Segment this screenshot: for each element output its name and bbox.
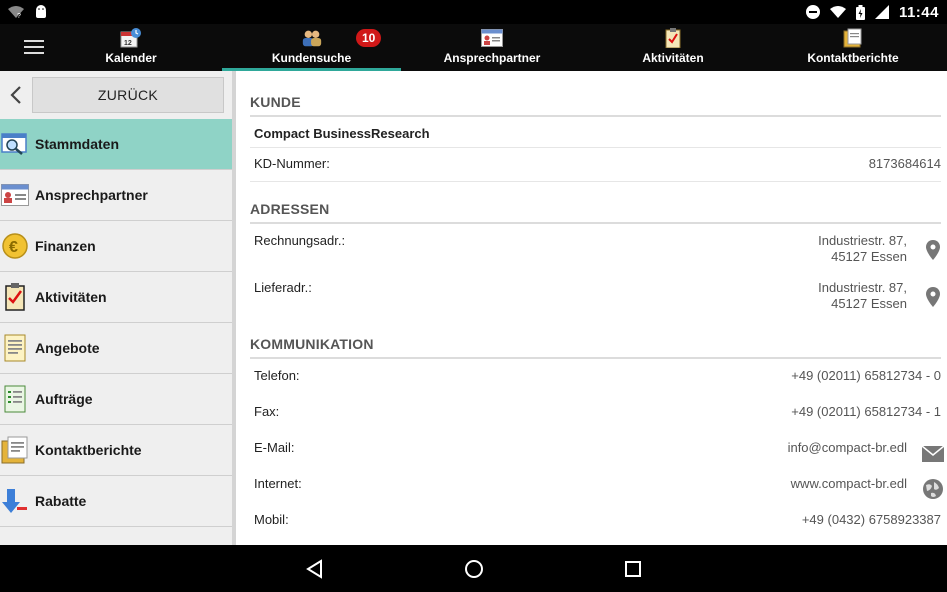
do-not-disturb-icon (805, 5, 820, 19)
sidebar-item-label: Angebote (35, 340, 100, 356)
delivery-line2: 45127 Essen (831, 296, 907, 311)
web-label: Internet: (254, 476, 302, 491)
euro-coin-icon: € (0, 231, 30, 261)
notification-badge: 10 (356, 29, 382, 47)
clipboard-check-icon (662, 28, 684, 48)
back-row: ZURÜCK (0, 71, 232, 119)
clipboard-check-icon (0, 282, 30, 312)
report-folder-icon (0, 435, 30, 465)
wifi-question-icon: ? (8, 6, 24, 19)
map-pin-icon[interactable] (921, 239, 945, 261)
svg-text:€: € (9, 239, 18, 256)
sidebar-item-partial[interactable] (0, 527, 232, 545)
tab-label: Kontaktberichte (807, 51, 899, 65)
sidebar-item-label: Aufträge (35, 391, 93, 407)
section-heading-kunde: KUNDE (250, 94, 941, 117)
sidebar-item-aktivitaeten[interactable]: Aktivitäten (0, 272, 232, 323)
billing-label: Rechnungsadr.: (254, 233, 346, 248)
delivery-value: Industriestr. 87, 45127 Essen (818, 280, 907, 312)
sidebar-item-label: Finanzen (35, 238, 96, 254)
delivery-label: Lieferadr.: (254, 280, 312, 295)
down-arrow-discount-icon (0, 486, 30, 516)
home-circle-icon[interactable] (462, 557, 486, 581)
delivery-line1: Industriestr. 87, (818, 280, 907, 295)
kd-label: KD-Nummer: (254, 156, 330, 171)
kd-value: 8173684614 (868, 156, 941, 171)
tab-kalender[interactable]: 12 Kalender (92, 24, 170, 71)
clock: 11:44 (898, 3, 939, 21)
tab-label: Aktivitäten (642, 51, 704, 65)
tab-label: Ansprechpartner (443, 51, 541, 65)
email-value: info@compact-br.edl (787, 440, 907, 455)
fax-value: +49 (02011) 65812734 - 1 (791, 404, 941, 419)
tab-ansprechpartner[interactable]: Ansprechpartner (440, 24, 544, 71)
email-label: E-Mail: (254, 440, 295, 455)
recents-square-icon[interactable] (621, 557, 645, 581)
android-icon (36, 5, 46, 18)
fax-label: Fax: (254, 404, 280, 419)
svg-text:?: ? (17, 13, 21, 19)
sidebar-item-label: Kontaktberichte (35, 442, 142, 458)
document-list-icon (0, 333, 30, 363)
mobile-value: +49 (0432) 6758923387 (801, 512, 941, 527)
mail-icon[interactable] (921, 443, 945, 465)
sidebar-item-angebote[interactable]: Angebote (0, 323, 232, 374)
divider (250, 147, 941, 148)
billing-value: Industriestr. 87, 45127 Essen (818, 233, 907, 265)
back-button[interactable]: ZURÜCK (32, 77, 224, 113)
sidebar-item-label: Rabatte (35, 493, 87, 509)
divider (250, 181, 941, 182)
menu-icon[interactable] (24, 40, 44, 54)
sidebar-item-label: Aktivitäten (35, 289, 107, 305)
sidebar-item-label: Stammdaten (35, 136, 120, 152)
contact-card-icon (481, 28, 503, 48)
detail-panel: KUNDE Compact BusinessResearch KD-Nummer… (236, 71, 947, 545)
section-heading-kommunikation: KOMMUNIKATION (250, 336, 941, 359)
chevron-left-icon[interactable] (0, 71, 32, 119)
company-name-text: Compact BusinessResearch (254, 126, 430, 141)
tab-label: Kalender (105, 51, 157, 65)
sidebar: ZURÜCK Stammdaten Ansprechpartner € Fina… (0, 71, 236, 545)
map-pin-icon[interactable] (921, 286, 945, 308)
status-bar: ? 11:44 (0, 0, 947, 24)
tab-kundensuche[interactable]: Kundensuche 10 (222, 24, 401, 71)
sidebar-item-auftraege[interactable]: Aufträge (0, 374, 232, 425)
report-folder-icon (842, 28, 864, 48)
order-list-icon (0, 384, 30, 414)
calendar-icon: 12 (120, 28, 142, 48)
top-tab-bar: 12 Kalender Kundensuche 10 Ansprechpartn… (0, 24, 947, 71)
globe-icon[interactable] (921, 478, 945, 500)
sidebar-item-stammdaten[interactable]: Stammdaten (0, 119, 232, 170)
tab-kontaktberichte[interactable]: Kontaktberichte (805, 24, 901, 71)
sidebar-item-kontaktberichte[interactable]: Kontaktberichte (0, 425, 232, 476)
svg-text:12: 12 (124, 40, 132, 47)
partial-icon (0, 537, 30, 545)
battery-icon (855, 4, 865, 20)
sidebar-item-label: Ansprechpartner (35, 187, 148, 203)
web-value: www.compact-br.edl (790, 476, 907, 491)
magnifier-card-icon (0, 129, 30, 159)
mobile-label: Mobil: (254, 512, 289, 527)
sidebar-item-finanzen[interactable]: € Finanzen (0, 221, 232, 272)
sidebar-item-rabatte[interactable]: Rabatte (0, 476, 232, 527)
section-heading-adressen: ADRESSEN (250, 201, 941, 224)
wifi-icon (829, 6, 846, 18)
phone-value: +49 (02011) 65812734 - 0 (791, 368, 941, 383)
signal-icon (874, 5, 889, 19)
row-billing-address[interactable]: Rechnungsadr.: Industriestr. 87, 45127 E… (254, 233, 940, 269)
row-delivery-address[interactable]: Lieferadr.: Industriestr. 87, 45127 Esse… (254, 280, 940, 316)
tab-aktivitaeten[interactable]: Aktivitäten (636, 24, 710, 71)
people-search-icon (301, 28, 323, 48)
system-navigation-bar (0, 545, 947, 592)
contact-card-icon (0, 180, 30, 210)
back-triangle-icon[interactable] (302, 557, 326, 581)
billing-line2: 45127 Essen (831, 249, 907, 264)
billing-line1: Industriestr. 87, (818, 233, 907, 248)
phone-label: Telefon: (254, 368, 300, 383)
tab-label: Kundensuche (271, 51, 352, 65)
sidebar-item-ansprechpartner[interactable]: Ansprechpartner (0, 170, 232, 221)
